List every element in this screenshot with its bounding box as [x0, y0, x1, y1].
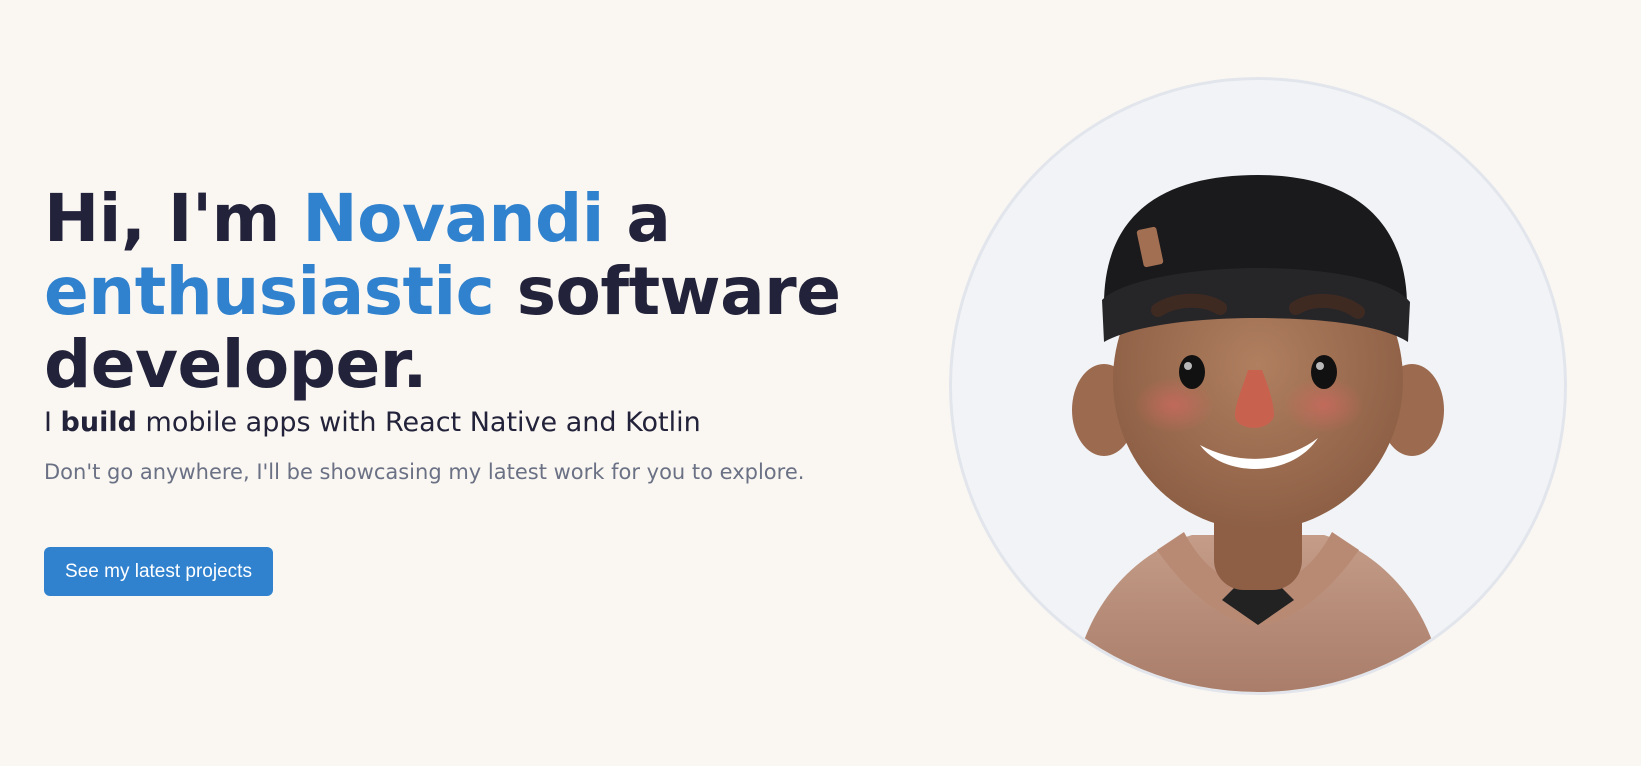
- tagline-prefix: I: [44, 407, 61, 438]
- tagline-suffix: mobile apps with React Native and Kotlin: [136, 407, 701, 438]
- hero-headline: Hi, I'm Novandi a enthusiastic software …: [44, 182, 884, 401]
- avatar: [949, 77, 1567, 695]
- memoji-avatar-icon: [1072, 175, 1444, 692]
- headline-role-end: developer.: [44, 326, 427, 403]
- headline-role: software: [494, 253, 841, 330]
- hero-tagline: I build mobile apps with React Native an…: [44, 405, 884, 441]
- headline-article: a: [603, 180, 671, 257]
- headline-name: Novandi: [302, 180, 604, 257]
- hero-section: Hi, I'm Novandi a enthusiastic software …: [0, 0, 1641, 766]
- see-projects-button[interactable]: See my latest projects: [44, 547, 273, 596]
- headline-adjective: enthusiastic: [44, 253, 495, 330]
- hero-text-block: Hi, I'm Novandi a enthusiastic software …: [44, 182, 884, 487]
- headline-greeting: Hi, I'm: [44, 180, 303, 257]
- tagline-bold: build: [60, 407, 137, 438]
- hero-subtext: Don't go anywhere, I'll be showcasing my…: [44, 460, 805, 484]
